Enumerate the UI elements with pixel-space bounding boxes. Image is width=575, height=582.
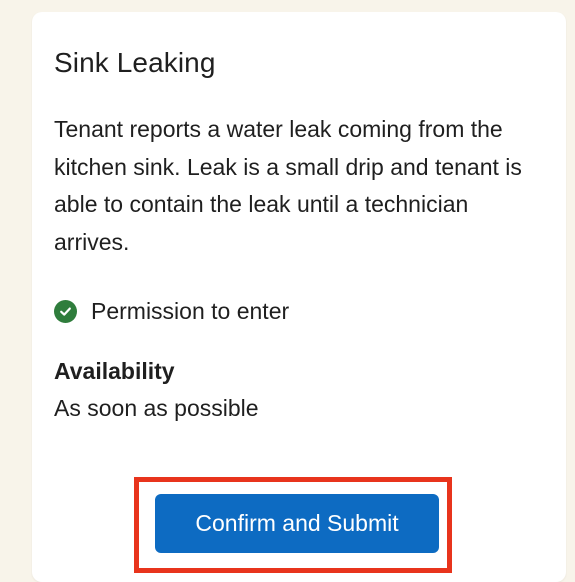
check-circle-icon: [54, 299, 77, 323]
availability-value: As soon as possible: [54, 395, 259, 421]
confirm-submit-button[interactable]: Confirm and Submit: [155, 494, 439, 553]
availability-heading: Availability: [54, 358, 175, 384]
ticket-title: Sink Leaking: [54, 47, 216, 78]
permission-label: Permission to enter: [91, 297, 290, 324]
ticket-description: Tenant reports a water leak coming from …: [54, 116, 522, 255]
permission-row: Permission to enter: [54, 296, 289, 326]
